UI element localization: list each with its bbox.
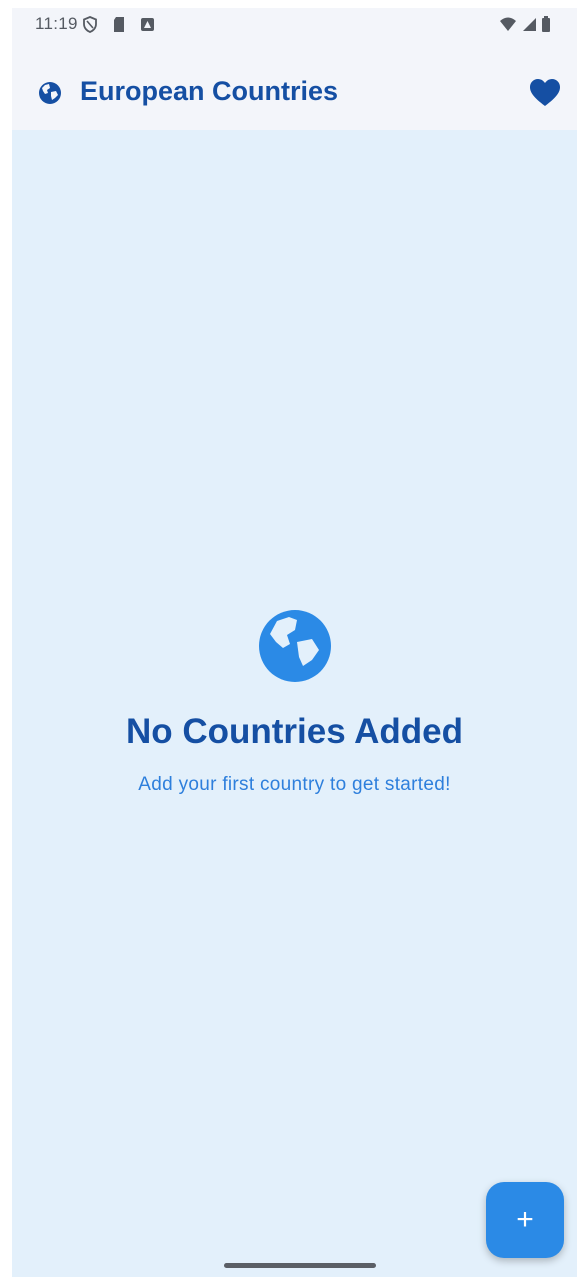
- add-icon: +: [516, 1203, 534, 1236]
- app-screen: 11:19 European Countries No Countries Ad…: [12, 8, 577, 1277]
- status-time: 11:19: [35, 14, 78, 33]
- wifi-icon: [499, 17, 517, 37]
- globe-icon: [12, 608, 577, 684]
- sim-card-icon: [112, 16, 126, 38]
- battery-icon: [541, 16, 551, 38]
- notification-icon: [140, 17, 155, 37]
- page-title: European Countries: [80, 76, 339, 106]
- empty-state-title: No Countries Added: [125, 712, 464, 751]
- status-icons-right: [499, 16, 551, 38]
- cellular-signal-icon: [521, 17, 537, 37]
- add-country-button[interactable]: +: [486, 1182, 564, 1258]
- empty-state: No Countries Added Add your first countr…: [12, 608, 577, 796]
- shield-icon: [82, 16, 98, 38]
- app-bar: European Countries: [12, 42, 577, 130]
- globe-icon: [37, 80, 63, 106]
- gesture-nav-handle[interactable]: [224, 1263, 376, 1268]
- favorites-heart-icon[interactable]: [529, 78, 561, 108]
- status-bar: 11:19: [12, 8, 577, 42]
- empty-state-subtitle: Add your first country to get started!: [138, 774, 451, 795]
- status-icons-left: [82, 16, 155, 38]
